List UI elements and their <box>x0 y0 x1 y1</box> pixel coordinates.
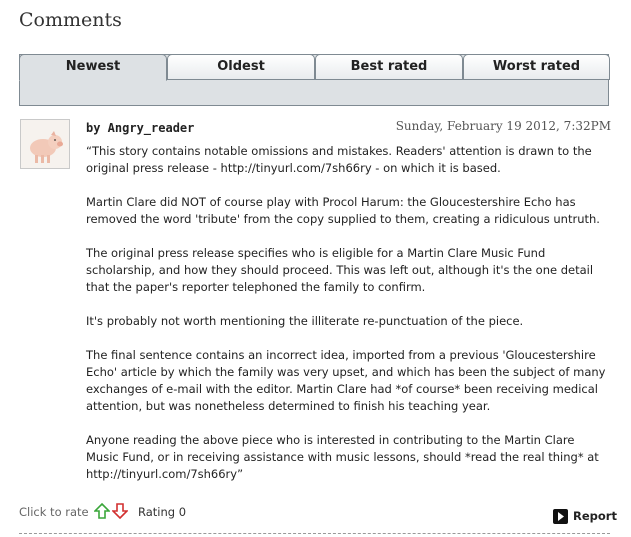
pig-avatar-icon <box>20 119 70 169</box>
thumbs-down-arrow-icon[interactable] <box>111 503 129 520</box>
comment-paragraph: Martin Clare did NOT of course play with… <box>86 195 600 226</box>
comments-heading: Comments <box>19 9 122 31</box>
rating-value: Rating 0 <box>138 505 187 519</box>
tab-newest[interactable]: Newest <box>19 54 167 81</box>
comment-paragraph: The original press release specifies who… <box>86 246 594 294</box>
tab-oldest[interactable]: Oldest <box>167 54 315 80</box>
comment-author: by Angry_reader <box>86 121 195 135</box>
comment-paragraph: “This story contains notable omissions a… <box>86 144 592 175</box>
comment-date: Sunday, February 19 2012, 7:32PM <box>395 119 611 133</box>
comment-divider <box>19 533 610 534</box>
tab-worst-rated[interactable]: Worst rated <box>463 54 610 80</box>
report-button[interactable]: Report <box>553 508 617 524</box>
click-to-rate-label: Click to rate <box>19 505 89 519</box>
comment-body: “This story contains notable omissions a… <box>86 143 610 500</box>
report-label: Report <box>573 509 617 523</box>
play-arrow-icon <box>553 508 568 524</box>
tab-best-rated[interactable]: Best rated <box>315 54 463 80</box>
thumbs-up-arrow-icon[interactable] <box>93 502 111 519</box>
comment-paragraph: It's probably not worth mentioning the i… <box>86 314 524 328</box>
comment-paragraph: The final sentence contains an incorrect… <box>86 348 606 413</box>
comment-paragraph: Anyone reading the above piece who is in… <box>86 433 599 481</box>
